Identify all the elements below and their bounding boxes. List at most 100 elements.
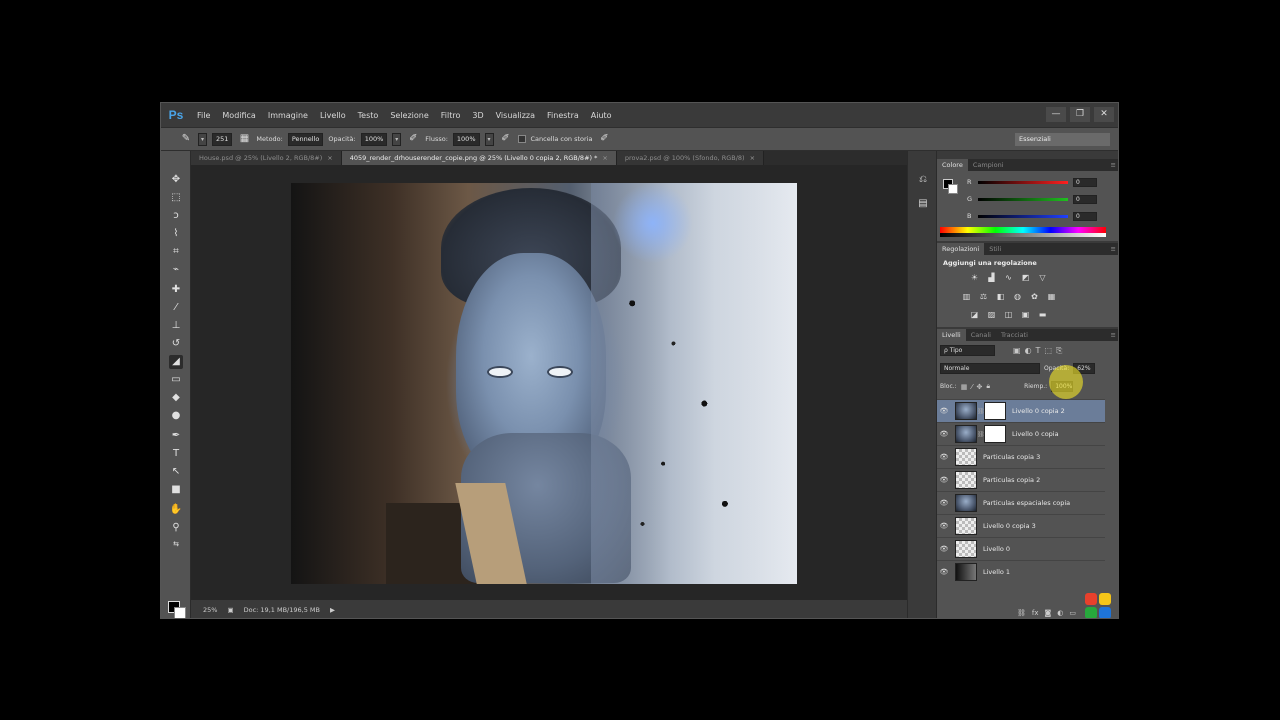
move-tool-icon[interactable]: ✥	[169, 173, 183, 187]
status-arrow-icon[interactable]: ▶	[330, 606, 335, 614]
tab-stili[interactable]: Stili	[984, 243, 1006, 255]
layer-row[interactable]: 👁︎ Livello 1	[937, 560, 1105, 583]
lock-transparency-icon[interactable]: ▦	[961, 383, 968, 391]
slider-r-value[interactable]: 0	[1073, 177, 1097, 187]
visibility-eye-icon[interactable]: 👁︎	[937, 430, 951, 438]
selective-color-icon[interactable]: ▣	[1020, 310, 1031, 320]
eraser-preset-icon[interactable]: ✎	[179, 132, 193, 146]
background-color-swatch[interactable]	[174, 607, 186, 618]
tab-campioni[interactable]: Campioni	[968, 159, 1009, 171]
eyedropper-tool-icon[interactable]: ⌁	[169, 263, 183, 277]
menu-file[interactable]: File	[191, 111, 216, 120]
layer-fill-field[interactable]: 100%	[1051, 381, 1074, 392]
threshold-icon[interactable]: ◫	[1003, 310, 1014, 320]
tab-house[interactable]: House.psd @ 25% (Livello 2, RGB/8#) ×	[191, 151, 342, 165]
shape-tool-icon[interactable]: ■	[169, 483, 183, 497]
exposure-icon[interactable]: ◩	[1020, 273, 1031, 283]
layer-thumbnail[interactable]	[955, 517, 977, 535]
pressure-opacity-icon[interactable]: ✐	[406, 132, 420, 146]
color-bg-swatch[interactable]	[948, 184, 958, 194]
layer-opacity-field[interactable]: 62%	[1073, 363, 1096, 374]
canvas-area[interactable]	[191, 165, 907, 600]
gradient-tool-icon[interactable]: ▭	[169, 373, 183, 387]
flow-dropdown[interactable]: ▾	[484, 132, 494, 146]
hand-tool-icon[interactable]: ✋	[169, 503, 183, 517]
dodge-tool-icon[interactable]: ●	[169, 409, 183, 423]
menu-livello[interactable]: Livello	[314, 111, 352, 120]
layer-row[interactable]: 👁︎ ⛓ Livello 0 copia 2	[937, 399, 1105, 422]
new-adjustment-icon[interactable]: ◐	[1057, 606, 1063, 618]
swap-colors-icon[interactable]: ⇆	[169, 537, 183, 551]
layer-thumbnail[interactable]	[955, 540, 977, 558]
visibility-eye-icon[interactable]: 👁︎	[937, 407, 951, 415]
pen-tool-icon[interactable]: ✒	[169, 429, 183, 443]
restore-button[interactable]: ❐	[1070, 107, 1090, 122]
brush-panel-icon[interactable]: ▦	[237, 132, 251, 146]
erase-history-checkbox[interactable]	[517, 135, 526, 143]
menu-selezione[interactable]: Selezione	[384, 111, 434, 120]
menu-aiuto[interactable]: Aiuto	[585, 111, 618, 120]
stamp-tool-icon[interactable]: ⊥	[169, 319, 183, 333]
slider-b-value[interactable]: 0	[1073, 211, 1097, 221]
layer-thumbnail[interactable]	[955, 471, 977, 489]
visibility-eye-icon[interactable]: 👁︎	[937, 568, 951, 576]
menu-modifica[interactable]: Modifica	[216, 111, 261, 120]
flow-field[interactable]: 100%	[452, 132, 480, 146]
tab-prova2[interactable]: prova2.psd @ 100% (Sfondo, RGB/8) ×	[616, 151, 765, 165]
filter-adjustment-icon[interactable]: ◐	[1025, 346, 1032, 355]
workspace-select[interactable]: Essenziali	[1015, 133, 1110, 146]
layer-row[interactable]: 👁︎ Livello 0	[937, 537, 1105, 560]
method-select[interactable]: Pennello	[287, 132, 324, 146]
invert-icon[interactable]: ◪	[969, 310, 980, 320]
crop-tool-icon[interactable]: ⌗	[169, 245, 183, 259]
visibility-eye-icon[interactable]: 👁︎	[937, 476, 951, 484]
menu-filtro[interactable]: Filtro	[435, 111, 467, 120]
status-info-icon[interactable]: ▣	[227, 606, 233, 614]
layer-row[interactable]: 👁︎ Particulas copia 2	[937, 468, 1105, 491]
new-group-icon[interactable]: ▭	[1069, 606, 1076, 618]
layer-thumbnail[interactable]	[955, 563, 977, 581]
pressure-size-icon[interactable]: ✐	[598, 132, 612, 146]
healing-brush-tool-icon[interactable]: ✚	[169, 283, 183, 297]
minimize-button[interactable]: —	[1046, 107, 1066, 122]
curves-icon[interactable]: ∿	[1003, 273, 1014, 283]
levels-icon[interactable]: ▟	[986, 273, 997, 283]
document-image[interactable]	[291, 183, 797, 584]
close-button[interactable]: ✕	[1094, 107, 1114, 122]
channel-mixer-icon[interactable]: ✿	[1029, 292, 1040, 302]
history-panel-icon[interactable]: ⎌	[916, 173, 930, 187]
slider-g-track[interactable]	[978, 197, 1068, 201]
brush-size-field[interactable]: 251	[212, 132, 233, 146]
brush-tool-icon[interactable]: ⁄	[169, 301, 183, 315]
color-lookup-icon[interactable]: ▦	[1046, 292, 1057, 302]
photo-filter-icon[interactable]: ◍	[1012, 292, 1023, 302]
filter-pixel-icon[interactable]: ▣	[1013, 346, 1021, 355]
menu-visualizza[interactable]: Visualizza	[490, 111, 541, 120]
visibility-eye-icon[interactable]: 👁︎	[937, 499, 951, 507]
layer-mask-thumbnail[interactable]	[984, 402, 1006, 420]
visibility-eye-icon[interactable]: 👁︎	[937, 453, 951, 461]
slider-b-track[interactable]	[978, 214, 1068, 218]
layer-row[interactable]: 👁︎ ⛓ Livello 0 copia	[937, 422, 1105, 445]
type-tool-icon[interactable]: T	[169, 447, 183, 461]
panel-menu-icon[interactable]: ≡	[1111, 159, 1118, 171]
layer-thumbnail[interactable]	[955, 425, 977, 443]
filter-type-icon[interactable]: T	[1036, 346, 1041, 355]
opacity-dropdown[interactable]: ▾	[392, 132, 402, 146]
menu-finestra[interactable]: Finestra	[541, 111, 585, 120]
add-mask-icon[interactable]: ◙	[1044, 606, 1051, 618]
visibility-eye-icon[interactable]: 👁︎	[937, 545, 951, 553]
tab-tracciati[interactable]: Tracciati	[996, 329, 1033, 341]
color-spectrum[interactable]	[940, 227, 1106, 237]
brightness-icon[interactable]: ☀	[969, 273, 980, 283]
marquee-tool-icon[interactable]: ⬚	[169, 191, 183, 205]
vibrance-icon[interactable]: ▽	[1037, 273, 1048, 283]
filter-shape-icon[interactable]: ⬚	[1044, 346, 1052, 355]
close-icon[interactable]: ×	[750, 154, 755, 162]
layer-row[interactable]: 👁︎ Livello 0 copia 3	[937, 514, 1105, 537]
layer-row[interactable]: 👁︎ Particulas espaciales copia	[937, 491, 1105, 514]
link-layers-icon[interactable]: ⛓	[1017, 606, 1026, 618]
lock-all-icon[interactable]: 🔒︎	[986, 382, 990, 391]
menu-testo[interactable]: Testo	[352, 111, 385, 120]
panel-menu-icon[interactable]: ≡	[1111, 329, 1118, 341]
